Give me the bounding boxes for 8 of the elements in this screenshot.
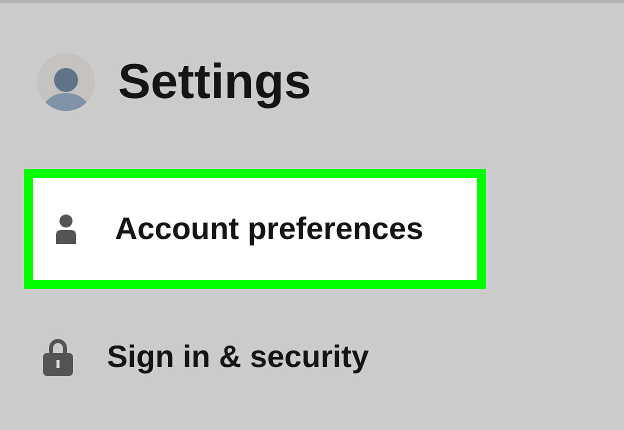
page-title: Settings — [118, 54, 312, 110]
lock-icon — [43, 338, 73, 376]
settings-item[interactable]: Account preferences — [24, 169, 486, 289]
settings-item[interactable]: Sign in & security — [24, 297, 486, 417]
person-icon — [55, 214, 77, 244]
item-label: Sign in & security — [107, 339, 369, 375]
item-label: Account preferences — [115, 211, 424, 247]
avatar-icon[interactable] — [36, 52, 96, 112]
